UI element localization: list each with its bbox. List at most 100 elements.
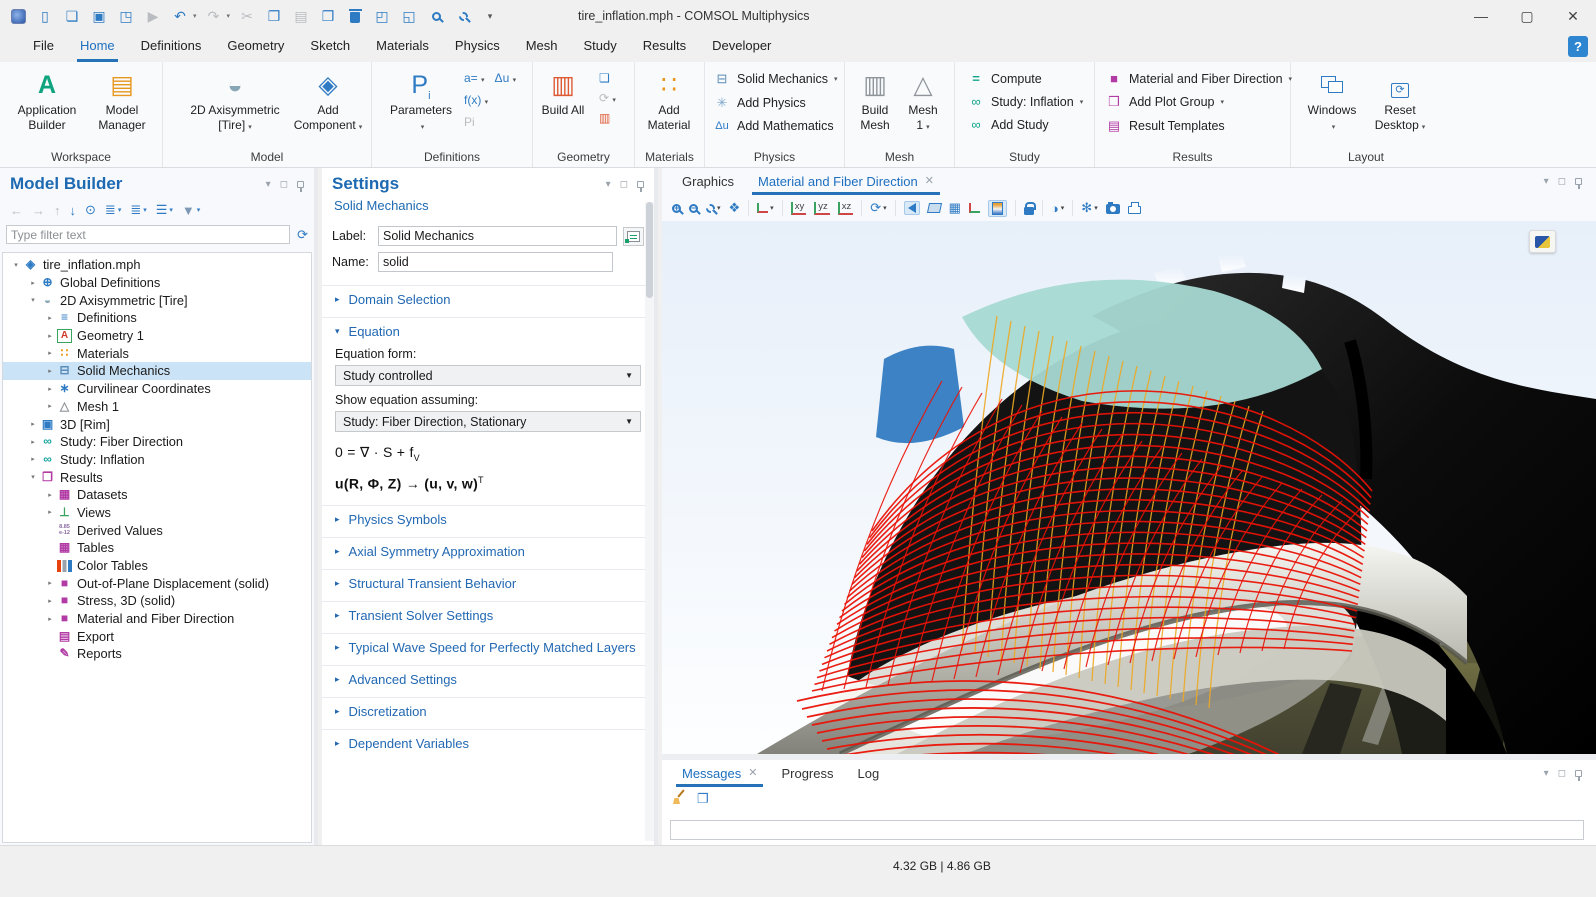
panel-menu-icon[interactable]: ▾ [266, 179, 271, 190]
default-view-icon[interactable]: ▾ [757, 203, 774, 213]
add-physics-button[interactable]: ✳Add Physics [713, 95, 838, 111]
parameter-case-button[interactable]: Pi [464, 115, 475, 129]
menu-tab-file[interactable]: File [20, 32, 67, 62]
clear-messages-icon[interactable] [672, 790, 686, 807]
undo-caret-icon[interactable]: ▾ [193, 12, 197, 20]
expand-arrow-icon[interactable]: ▸ [26, 279, 40, 287]
undo-icon[interactable]: ↶ [170, 5, 190, 27]
panel-pin-icon[interactable] [1575, 770, 1582, 777]
save-as-icon[interactable]: ◳ [116, 5, 136, 27]
variables-button[interactable]: a= ▾ [464, 71, 485, 85]
panel-float-icon[interactable]: ◻ [620, 179, 628, 190]
select-icon[interactable]: ◰ [372, 5, 392, 27]
box-select-icon[interactable]: ◱ [399, 5, 419, 27]
study-inflation-button[interactable]: ∞Study: Inflation▾ [967, 94, 1083, 109]
duplicate-icon[interactable]: ❒ [318, 5, 338, 27]
solid-mechanics-ribbon-button[interactable]: ⊟Solid Mechanics▾ [713, 71, 838, 87]
tree-item-out-of-plane-displacement-solid[interactable]: ▸■Out-of-Plane Displacement (solid) [3, 574, 311, 592]
expand-arrow-icon[interactable]: ▸ [43, 349, 57, 357]
nonlocal-couplings-button[interactable]: Δu ▾ [495, 71, 517, 85]
tree-item-root[interactable]: ▾◈tire_inflation.mph [3, 256, 311, 274]
mesh-1-button[interactable]: △ Mesh 1▾ [901, 69, 945, 133]
expand-all-icon[interactable]: ≣▾ [105, 202, 121, 218]
import-geometry-icon[interactable]: ❏ [599, 71, 616, 85]
menu-tab-home[interactable]: Home [67, 32, 128, 62]
collapse-arrow-icon[interactable]: ▾ [9, 261, 23, 269]
tree-item-derived-values[interactable]: 8.85e-12Derived Values [3, 521, 311, 539]
tree-item-geometry-1[interactable]: ▸AGeometry 1 [3, 327, 311, 345]
expand-arrow-icon[interactable]: ▸ [43, 508, 57, 516]
menu-tab-materials[interactable]: Materials [363, 32, 442, 62]
paste-icon[interactable]: ▤ [291, 5, 311, 27]
menu-tab-developer[interactable]: Developer [699, 32, 784, 62]
filter-icon[interactable]: ▼▾ [182, 203, 200, 218]
tree-item-materials[interactable]: ▸∷Materials [3, 344, 311, 362]
menu-tab-sketch[interactable]: Sketch [297, 32, 363, 62]
settings-section-transient-solver-settings[interactable]: ▸Transient Solver Settings [322, 601, 654, 629]
label-field-input[interactable] [378, 226, 617, 246]
tree-item-tables[interactable]: ▦Tables [3, 539, 311, 557]
open-file-icon[interactable]: ❏ [62, 5, 82, 27]
rotate-icon[interactable]: ⟳▾ [870, 200, 886, 216]
panel-menu-icon[interactable]: ▾ [1544, 768, 1549, 779]
settings-scrollbar[interactable] [645, 202, 654, 841]
environment-icon[interactable]: ✻▾ [1081, 200, 1097, 216]
tree-item-mesh-1[interactable]: ▸△Mesh 1 [3, 398, 311, 416]
expand-arrow-icon[interactable]: ▸ [43, 615, 57, 623]
panel-float-icon[interactable]: ◻ [1558, 768, 1566, 779]
functions-button[interactable]: f(x) ▾ [464, 93, 488, 107]
settings-section-dependent-variables[interactable]: ▸Dependent Variables [322, 729, 654, 757]
expand-arrow-icon[interactable]: ▸ [43, 579, 57, 587]
refresh-filter-icon[interactable]: ⟳ [297, 227, 308, 243]
menu-tab-definitions[interactable]: Definitions [128, 32, 215, 62]
menu-tab-geometry[interactable]: Geometry [214, 32, 297, 62]
zoom-in-icon[interactable]: + [672, 204, 681, 213]
minimize-button[interactable]: — [1458, 0, 1504, 32]
move-up-icon[interactable]: ↑ [54, 203, 61, 218]
panel-pin-icon[interactable] [637, 181, 644, 188]
expand-arrow-icon[interactable]: ▸ [43, 314, 57, 322]
expand-arrow-icon[interactable]: ▸ [43, 385, 57, 393]
maximize-button[interactable]: ▢ [1504, 0, 1550, 32]
menu-tab-results[interactable]: Results [630, 32, 699, 62]
axisymmetric-component-button[interactable]: ◒ 2D Axisymmetric [Tire]▾ [189, 69, 281, 133]
tree-item-study-inflation[interactable]: ▸∞Study: Inflation [3, 451, 311, 469]
forward-icon[interactable]: → [32, 203, 45, 218]
grid-icon[interactable]: ▦ [949, 200, 961, 216]
expand-arrow-icon[interactable]: ▸ [43, 597, 57, 605]
tree-node-text-icon[interactable]: ☰▾ [156, 202, 173, 218]
tab-close-icon[interactable]: ✕ [925, 174, 934, 195]
zoom-box-icon[interactable]: ▾ [706, 204, 721, 213]
application-builder-button[interactable]: A Application Builder [10, 69, 84, 133]
tree-item-2d-axisymmetric-tire[interactable]: ▾◒2D Axisymmetric [Tire] [3, 291, 311, 309]
expand-arrow-icon[interactable]: ▸ [43, 367, 57, 375]
add-plot-group-button[interactable]: ❒Add Plot Group▾ [1105, 94, 1292, 110]
expand-arrow-icon[interactable]: ▸ [43, 491, 57, 499]
expand-arrow-icon[interactable]: ▸ [43, 402, 57, 410]
settings-section-structural-transient-behavior[interactable]: ▸Structural Transient Behavior [322, 569, 654, 597]
build-mesh-button[interactable]: ▥ Build Mesh [853, 69, 897, 133]
view-xy-icon[interactable]: xy [791, 202, 807, 215]
settings-section-axial-symmetry-approximation[interactable]: ▸Axial Symmetry Approximation [322, 537, 654, 565]
add-study-button[interactable]: ∞Add Study [967, 117, 1083, 132]
settings-section-domain-selection[interactable]: ▸Domain Selection [322, 285, 654, 313]
close-button[interactable]: ✕ [1550, 0, 1596, 32]
view-lock-icon[interactable] [1024, 202, 1034, 215]
copy-icon[interactable]: ❐ [264, 5, 284, 27]
tree-item-datasets[interactable]: ▸▦Datasets [3, 486, 311, 504]
material-fiber-direction-button[interactable]: ■Material and Fiber Direction▾ [1105, 71, 1292, 86]
name-field-input[interactable] [378, 252, 613, 272]
rename-label-button[interactable] [623, 227, 644, 246]
panel-pin-icon[interactable] [1575, 178, 1582, 185]
model-manager-button[interactable]: ▤ Model Manager [88, 69, 156, 133]
tab-close-icon[interactable]: ✕ [748, 766, 757, 787]
save-icon[interactable]: ▣ [89, 5, 109, 27]
tree-item-reports[interactable]: ✎Reports [3, 645, 311, 663]
delete-icon[interactable] [345, 5, 365, 27]
run-icon[interactable]: ▶ [143, 5, 163, 27]
tree-item-solid-mechanics[interactable]: ▸⊟Solid Mechanics [3, 362, 311, 380]
tree-item-stress-3d-solid[interactable]: ▸■Stress, 3D (solid) [3, 592, 311, 610]
transparency-icon[interactable] [928, 203, 941, 213]
tab-messages[interactable]: Messages✕ [682, 760, 757, 787]
show-equation-dropdown[interactable]: Study: Fiber Direction, Stationary▼ [335, 411, 641, 432]
